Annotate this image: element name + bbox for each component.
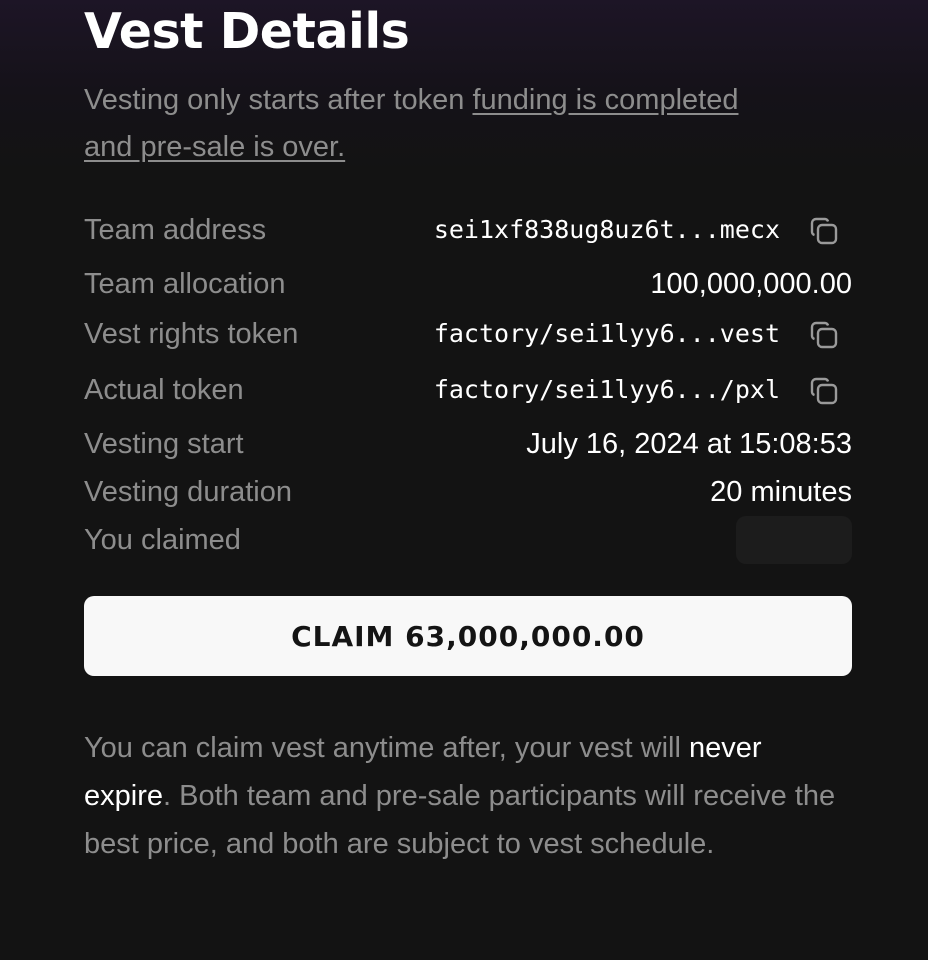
actual-token-label: Actual token [84, 374, 244, 406]
vest-subtitle: Vesting only starts after token funding … [84, 77, 744, 171]
copy-icon[interactable] [808, 215, 840, 247]
detail-row-team-allocation: Team allocation 100,000,000.00 [84, 264, 852, 304]
vesting-duration-value: 20 minutes [710, 476, 852, 508]
note-text-end: . Both team and pre-sale participants wi… [84, 780, 836, 860]
team-address-label: Team address [84, 214, 267, 246]
page-title: Vest Details [84, 3, 410, 60]
detail-row-you-claimed: You claimed [84, 516, 852, 564]
detail-row-vesting-start: Vesting start July 16, 2024 at 15:08:53 [84, 424, 852, 464]
detail-row-vest-rights-token: Vest rights token factory/sei1lyy6...ves… [84, 314, 852, 354]
detail-row-team-address: Team address sei1xf838ug8uz6t...mecx [84, 210, 852, 250]
vesting-start-label: Vesting start [84, 428, 244, 460]
note-text-start: You can claim vest anytime after, your v… [84, 732, 689, 764]
vesting-start-value: July 16, 2024 at 15:08:53 [526, 428, 852, 460]
vesting-duration-label: Vesting duration [84, 476, 292, 508]
team-allocation-value: 100,000,000.00 [650, 268, 852, 300]
copy-icon[interactable] [808, 375, 840, 407]
subtitle-text: Vesting only starts after token [84, 84, 473, 116]
detail-row-vesting-duration: Vesting duration 20 minutes [84, 472, 852, 512]
actual-token-value: factory/sei1lyy6.../pxl [433, 375, 780, 404]
you-claimed-label: You claimed [84, 524, 241, 556]
team-address-value: sei1xf838ug8uz6t...mecx [433, 215, 780, 244]
detail-row-actual-token: Actual token factory/sei1lyy6.../pxl [84, 370, 852, 410]
copy-icon[interactable] [808, 319, 840, 351]
claim-info-note: You can claim vest anytime after, your v… [84, 724, 852, 868]
vest-rights-token-label: Vest rights token [84, 318, 299, 350]
claimed-amount-loading-placeholder [736, 516, 852, 564]
team-allocation-label: Team allocation [84, 268, 286, 300]
claim-button[interactable]: CLAIM 63,000,000.00 [84, 596, 852, 676]
vest-rights-token-value: factory/sei1lyy6...vest [433, 319, 780, 348]
